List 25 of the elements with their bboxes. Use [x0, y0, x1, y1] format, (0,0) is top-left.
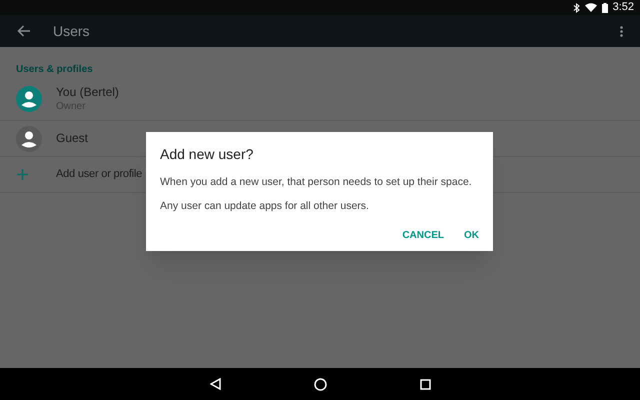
more-options-button[interactable]	[618, 24, 624, 38]
dialog-message: When you add a new user, that person needs to set up their space.	[160, 175, 472, 190]
back-button[interactable]	[16, 23, 32, 39]
battery-icon	[602, 2, 608, 12]
toolbar-title: Users	[53, 22, 90, 40]
back-arrow-icon	[17, 25, 31, 37]
overflow-menu-icon	[620, 26, 622, 36]
dialog-message: Any user can update apps for all other users.	[160, 199, 369, 214]
square-recents-icon	[420, 378, 430, 390]
recents-nav-button[interactable]	[420, 378, 430, 390]
dialog-button[interactable]: CANCEL	[394, 224, 452, 247]
plus-icon	[17, 169, 28, 180]
circle-home-icon	[314, 378, 326, 390]
wifi-icon	[584, 3, 597, 12]
triangle-back-icon	[210, 378, 220, 390]
home-nav-button[interactable]	[314, 378, 326, 390]
bluetooth-icon	[572, 2, 580, 12]
item-title: You (Bertel)	[56, 84, 119, 100]
back-nav-button[interactable]	[210, 378, 220, 390]
section-header: Users & profiles	[16, 64, 93, 75]
dialog-button[interactable]: OK	[456, 224, 487, 247]
clock-time: 3:52	[612, 0, 634, 16]
dialog-title: Add new user?	[160, 145, 254, 164]
item-title: Guest	[56, 131, 88, 146]
item-title: Add user or profile	[56, 167, 142, 182]
